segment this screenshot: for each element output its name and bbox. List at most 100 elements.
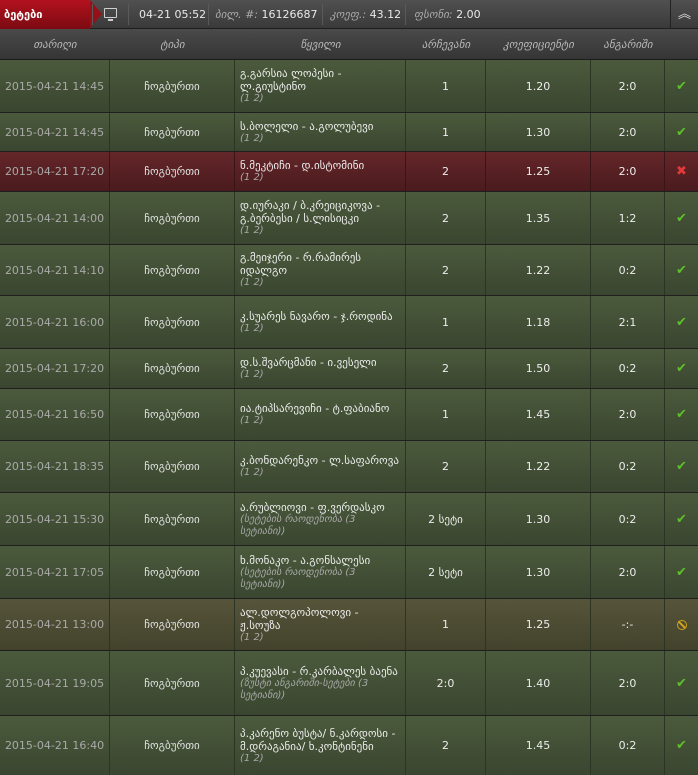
row-coefficient: 1.20 <box>486 60 591 112</box>
row-result: 2:0 <box>591 389 665 440</box>
row-outcome: 2 <box>406 245 486 295</box>
row-result: 2:0 <box>591 152 665 191</box>
row-date: 2015-04-21 14:00 <box>0 192 110 244</box>
check-icon: ✔ <box>676 407 687 422</box>
collapse-icon[interactable]: ︽ <box>670 0 698 29</box>
row-date: 2015-04-21 14:45 <box>0 60 110 112</box>
event-market: (1 2) <box>240 172 264 183</box>
row-outcome: 2:0 <box>406 651 486 715</box>
event-market: (1 2) <box>240 369 264 380</box>
table-header: თარიღი ტიპი წყვილი არჩევანი კოეფიციენტი … <box>0 29 698 60</box>
row-status: ✔ <box>665 441 698 492</box>
event-market: (1 2) <box>240 132 264 144</box>
row-event: ია.ტიპსარევიჩი - ტ.ფაბიანო (1 2) <box>235 389 406 440</box>
event-name: პ.კუევასი - რ.კარბალეს ბაენა <box>240 664 398 678</box>
row-event: გ.მეიჯერი - რ.რამირეს იდალგო (1 2) <box>235 245 406 295</box>
row-date: 2015-04-21 13:00 <box>0 599 110 650</box>
event-market: (1 2) <box>240 752 264 764</box>
row-coefficient: 1.25 <box>486 152 591 191</box>
row-result: 0:2 <box>591 349 665 388</box>
row-status: ✔ <box>665 493 698 545</box>
row-date: 2015-04-21 19:05 <box>0 651 110 715</box>
row-outcome: 2 სეტი <box>406 493 486 545</box>
event-name: ნ.მეკტიჩი - დ.ისტომინი <box>240 159 365 172</box>
row-outcome: 2 <box>406 192 486 244</box>
row-status: ✔ <box>665 296 698 348</box>
check-icon: ✔ <box>676 564 687 580</box>
table-row[interactable]: 2015-04-21 16:00 ჩოგბურთი კ.სუარეს ნავარო … <box>0 296 698 349</box>
row-coefficient: 1.25 <box>486 599 591 650</box>
event-market: (სეტების რაოდენობა (3 სეტიანი)) <box>240 566 356 590</box>
event-name: გ.გარსია ლოპესი - ლ.გიუსტინო <box>240 67 342 93</box>
table-row[interactable]: 2015-04-21 16:40 ჩოგბურთი პ.კარენო ბუსტა/ … <box>0 716 698 775</box>
row-sport-type: ჩოგბურთი <box>110 60 235 112</box>
row-status: ✔ <box>665 651 698 715</box>
row-result: 1:2 <box>591 192 665 244</box>
divider <box>405 4 406 25</box>
table-row[interactable]: 2015-04-21 14:45 ჩოგბურთი ს.ბოლელი - ა.გოლ… <box>0 113 698 152</box>
row-coefficient: 1.40 <box>486 651 591 715</box>
table-row[interactable]: 2015-04-21 17:05 ჩოგბურთი ხ.მონაკო - ა.გონ… <box>0 546 698 599</box>
row-outcome: 2 <box>406 152 486 191</box>
row-coefficient: 1.50 <box>486 349 591 388</box>
monitor-icon[interactable] <box>104 8 117 21</box>
check-icon: ✔ <box>676 124 687 140</box>
row-event: ნ.მეკტიჩი - დ.ისტომინი (1 2) <box>235 152 406 191</box>
top-bar: ბეტები 04-21 05:52 ბილ. #: 16126687 კოეფ… <box>0 0 698 29</box>
event-market: (1 2) <box>240 277 264 288</box>
row-outcome: 1 <box>406 296 486 348</box>
row-status: ✔ <box>665 192 698 244</box>
row-result: -:- <box>591 599 665 650</box>
table-row[interactable]: 2015-04-21 18:35 ჩოგბურთი კ.ბონდარენკო - ლ… <box>0 441 698 493</box>
row-date: 2015-04-21 14:10 <box>0 245 110 295</box>
row-status: ✔ <box>665 113 698 151</box>
event-name: ს.ბოლელი - ა.გოლუბევი <box>240 119 374 133</box>
row-sport-type: ჩოგბურთი <box>110 493 235 545</box>
event-market: (ზუსტი ანგარიში-სეტები (3 სეტიანი)) <box>240 677 369 701</box>
check-icon: ✔ <box>676 78 687 94</box>
table-row[interactable]: 2015-04-21 17:20 ჩოგბურთი დ.ს.შვარცმანი - … <box>0 349 698 389</box>
table-row[interactable]: 2015-04-21 14:45 ჩოგბურთი გ.გარსია ლოპესი … <box>0 60 698 113</box>
event-name: კ.ბონდარენკო - ლ.საფაროვა <box>240 454 399 467</box>
event-name: ია.ტიპსარევიჩი - ტ.ფაბიანო <box>240 402 390 415</box>
row-outcome: 1 <box>406 113 486 151</box>
row-event: პ.კუევასი - რ.კარბალეს ბაენა (ზუსტი ანგარ… <box>235 651 406 715</box>
row-coefficient: 1.18 <box>486 296 591 348</box>
table-row[interactable]: 2015-04-21 14:00 ჩოგბურთი დ.იურაკი / ბ.კრე… <box>0 192 698 245</box>
row-result: 2:0 <box>591 546 665 598</box>
column-header-coefficient: კოეფიციენტი <box>503 38 574 51</box>
event-name: გ.მეიჯერი - რ.რამირეს იდალგო <box>240 251 362 277</box>
row-date: 2015-04-21 17:20 <box>0 349 110 388</box>
table-row[interactable]: 2015-04-21 15:30 ჩოგბურთი ა.რუბლიოვი - ფ.ვ… <box>0 493 698 546</box>
divider <box>208 4 209 25</box>
row-outcome: 2 <box>406 441 486 492</box>
table-row[interactable]: 2015-04-21 16:50 ჩოგბურთი ია.ტიპსარევიჩი -… <box>0 389 698 441</box>
event-market: (1 2) <box>240 467 264 478</box>
row-date: 2015-04-21 18:35 <box>0 441 110 492</box>
row-status: ✔ <box>665 716 698 775</box>
table-row[interactable]: 2015-04-21 19:05 ჩოგბურთი პ.კუევასი - რ.კა… <box>0 651 698 716</box>
row-coefficient: 1.30 <box>486 113 591 151</box>
bets-tab[interactable]: ბეტები <box>0 0 102 29</box>
row-coefficient: 1.45 <box>486 716 591 775</box>
row-event: პ.კარენო ბუსტა/ ნ.კარდოსი - მ.დრაგანია/ … <box>235 716 406 775</box>
row-result: 0:2 <box>591 441 665 492</box>
row-event: გ.გარსია ლოპესი - ლ.გიუსტინო (1 2) <box>235 60 406 112</box>
row-result: 0:2 <box>591 493 665 545</box>
row-date: 2015-04-21 16:50 <box>0 389 110 440</box>
table-row[interactable]: 2015-04-21 13:00 ჩოგბურთი ალ.დოლგოპოლოვი -… <box>0 599 698 651</box>
table-row[interactable]: 2015-04-21 17:20 ჩოგბურთი ნ.მეკტიჩი - დ.ის… <box>0 152 698 192</box>
row-date: 2015-04-21 15:30 <box>0 493 110 545</box>
row-coefficient: 1.22 <box>486 441 591 492</box>
column-header-event: წყვილი <box>300 38 341 51</box>
event-market: (1 2) <box>240 415 264 426</box>
row-status <box>665 599 698 650</box>
event-name: ხ.მონაკო - ა.გონსალესი <box>240 553 371 567</box>
row-event: კ.ბონდარენკო - ლ.საფაროვა (1 2) <box>235 441 406 492</box>
row-sport-type: ჩოგბურთი <box>110 651 235 715</box>
check-icon: ✔ <box>676 361 687 376</box>
row-outcome: 2 სეტი <box>406 546 486 598</box>
ticket-number: ბილ. #: 16126687 <box>215 8 318 21</box>
row-date: 2015-04-21 16:40 <box>0 716 110 775</box>
table-row[interactable]: 2015-04-21 14:10 ჩოგბურთი გ.მეიჯერი - რ.რა… <box>0 245 698 296</box>
